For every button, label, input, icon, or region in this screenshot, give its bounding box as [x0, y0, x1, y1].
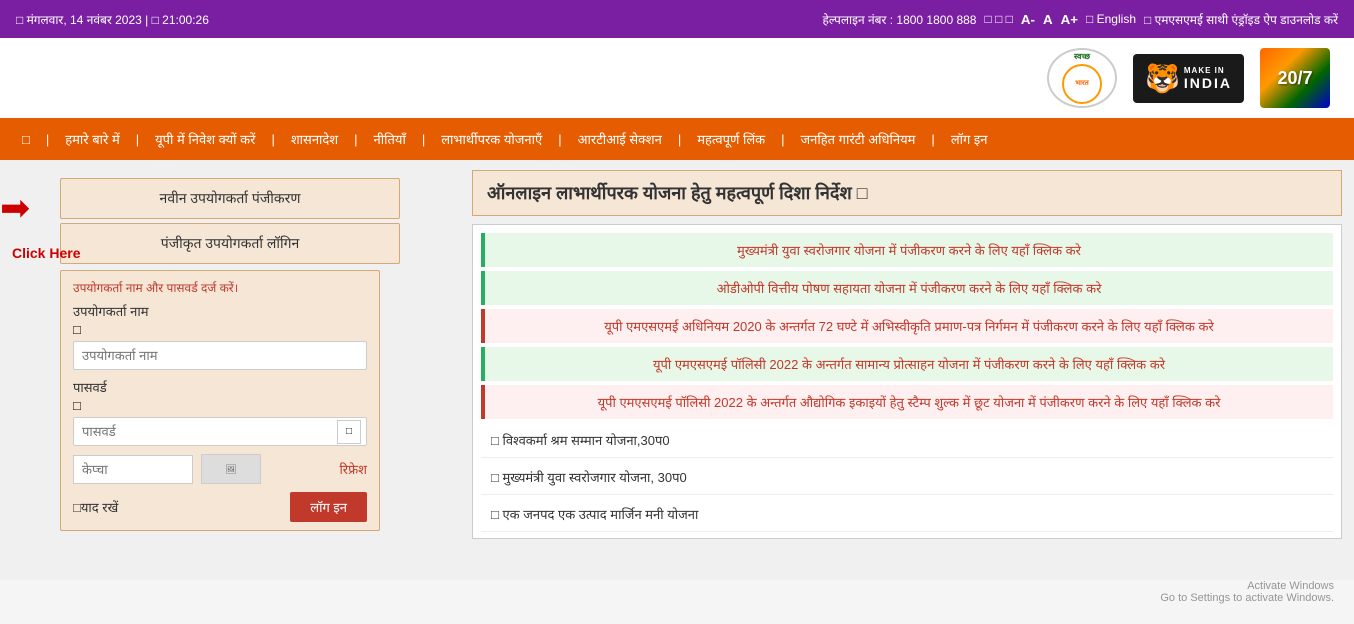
- username-checkbox: □: [73, 322, 81, 337]
- captcha-row: 🖼 रिफ्रेश: [73, 454, 367, 484]
- sep-chars: □ □ □: [984, 12, 1012, 26]
- swachh-bharat-logo: स्वच्छ भारत: [1047, 48, 1117, 108]
- notices-container[interactable]: मुख्यमंत्री युवा स्वरोजगार योजना में पंज…: [472, 224, 1342, 539]
- notice-item[interactable]: यूपी एमएसएमई अधिनियम 2020 के अन्तर्गत 72…: [481, 309, 1333, 343]
- password-row: □: [73, 417, 367, 446]
- login-submit-btn[interactable]: लॉग इन: [290, 492, 367, 522]
- top-bar-left: □ मंगलवार, 14 नवंबर 2023 | □ 21:00:26: [16, 11, 209, 28]
- app-download-link[interactable]: □ एमएसएमई साथी एंड्रॉइड ऐप डाउनलोड करें: [1144, 11, 1338, 28]
- make-in-india-logo: 🐯 MAKE IN INDIA: [1133, 54, 1244, 103]
- top-bar: □ मंगलवार, 14 नवंबर 2023 | □ 21:00:26 हे…: [0, 0, 1354, 38]
- password-toggle-btn[interactable]: □: [337, 420, 361, 444]
- click-here-label: Click Here: [12, 245, 80, 261]
- notice-item[interactable]: ओडीओपी वित्तीय पोषण सहायता योजना में पंज…: [481, 271, 1333, 305]
- password-checkbox: □: [73, 398, 81, 413]
- password-checkbox-row: □: [73, 398, 367, 413]
- azadi-logo: 20/7: [1260, 48, 1330, 108]
- nav-invest[interactable]: यूपी में निवेश क्यों करें: [141, 120, 269, 158]
- main-content: ➡ Click Here नवीन उपयोगकर्ता पंजीकरण पंज…: [0, 160, 1354, 580]
- captcha-image: 🖼: [201, 454, 261, 484]
- font-larger-btn[interactable]: A+: [1061, 12, 1078, 27]
- nav-bar: □ | हमारे बारे में | यूपी में निवेश क्यो…: [0, 118, 1354, 160]
- remember-me-label[interactable]: □याद रखें: [73, 498, 118, 516]
- section-title: ऑनलाइन लाभार्थीपरक योजना हेतु महत्वपूर्ण…: [472, 170, 1342, 216]
- arrow-annotation: ➡: [0, 190, 30, 226]
- swachh-logo-img: स्वच्छ भारत: [1047, 48, 1117, 108]
- captcha-input[interactable]: [73, 455, 193, 484]
- nav-policies[interactable]: नीतियाँ: [360, 120, 420, 158]
- nav-home[interactable]: □: [8, 122, 44, 157]
- section-title-text: ऑनलाइन लाभार्थीपरक योजना हेतु महत्वपूर्ण…: [487, 181, 868, 205]
- notice-item[interactable]: यूपी एमएसएमई पॉलिसी 2022 के अन्तर्गत साम…: [481, 347, 1333, 381]
- scheme-list-item[interactable]: □ विश्वकर्मा श्रम सम्मान योजना,30प0: [481, 423, 1333, 458]
- password-input[interactable]: [73, 417, 367, 446]
- english-link[interactable]: □ English: [1086, 12, 1136, 26]
- new-user-registration-btn[interactable]: नवीन उपयोगकर्ता पंजीकरण: [60, 178, 400, 219]
- red-arrow-icon: ➡: [0, 190, 30, 226]
- make-in-india-text: MAKE IN INDIA: [1184, 66, 1232, 91]
- registered-user-login-btn[interactable]: पंजीकृत उपयोगकर्ता लॉगिन: [60, 223, 400, 264]
- nav-rti[interactable]: आरटीआई सेक्शन: [564, 120, 676, 158]
- notice-item[interactable]: मुख्यमंत्री युवा स्वरोजगार योजना में पंज…: [481, 233, 1333, 267]
- nav-orders[interactable]: शासनादेश: [277, 120, 352, 158]
- activate-windows-line1: Activate Windows: [1160, 580, 1334, 592]
- date-time: □ मंगलवार, 14 नवंबर 2023 | □ 21:00:26: [16, 11, 209, 28]
- login-form: उपयोगकर्ता नाम और पासवर्ड दर्ज करें। उपय…: [60, 270, 380, 531]
- azadi-text: 20/7: [1277, 68, 1312, 89]
- password-label: पासवर्ड: [73, 378, 367, 396]
- nav-login[interactable]: लॉग इन: [937, 120, 1002, 158]
- notice-item[interactable]: यूपी एमएसएमई पॉलिसी 2022 के अन्तर्गत औद्…: [481, 385, 1333, 419]
- captcha-refresh-btn[interactable]: रिफ्रेश: [339, 460, 367, 478]
- notices-list: मुख्यमंत्री युवा स्वरोजगार योजना में पंज…: [473, 233, 1341, 419]
- right-content: ऑनलाइन लाभार्थीपरक योजना हेतु महत्वपूर्ण…: [460, 160, 1354, 580]
- username-checkbox-row: □: [73, 322, 367, 337]
- activate-windows-line2: Go to Settings to activate Windows.: [1160, 592, 1334, 604]
- azadi-logo-img: 20/7: [1260, 48, 1330, 108]
- scheme-list-item[interactable]: □ एक जनपद एक उत्पाद मार्जिन मनी योजना: [481, 497, 1333, 532]
- login-form-hint: उपयोगकर्ता नाम और पासवर्ड दर्ज करें।: [73, 279, 367, 296]
- logo-bar: स्वच्छ भारत 🐯 MAKE IN INDIA 20/7: [0, 38, 1354, 118]
- helpline-label: हेल्पलाइन नंबर : 1800 1800 888: [823, 11, 977, 28]
- username-input[interactable]: [73, 341, 367, 370]
- nav-schemes[interactable]: लाभार्थीपरक योजनाएँ: [427, 120, 556, 158]
- scheme-list-item[interactable]: □ मुख्यमंत्री युवा स्वरोजगार योजना, 30प0: [481, 460, 1333, 495]
- scheme-list: □ विश्वकर्मा श्रम सम्मान योजना,30प0□ मुख…: [473, 423, 1341, 532]
- font-smaller-btn[interactable]: A-: [1021, 12, 1035, 27]
- left-sidebar: ➡ Click Here नवीन उपयोगकर्ता पंजीकरण पंज…: [0, 160, 460, 580]
- nav-links[interactable]: महत्वपूर्ण लिंक: [683, 120, 779, 158]
- tiger-icon: 🐯: [1145, 62, 1180, 95]
- nav-about[interactable]: हमारे बारे में: [51, 120, 133, 158]
- font-normal-btn[interactable]: A: [1043, 12, 1053, 27]
- login-bottom-row: □याद रखें लॉग इन: [73, 492, 367, 522]
- top-bar-right: हेल्पलाइन नंबर : 1800 1800 888 □ □ □ A- …: [823, 11, 1338, 28]
- make-in-india-box: 🐯 MAKE IN INDIA: [1133, 54, 1244, 103]
- nav-rti2[interactable]: जनहित गारंटी अधिनियम: [787, 120, 930, 158]
- activate-windows-watermark: Activate Windows Go to Settings to activ…: [1160, 580, 1334, 604]
- username-label: उपयोगकर्ता नाम: [73, 302, 367, 320]
